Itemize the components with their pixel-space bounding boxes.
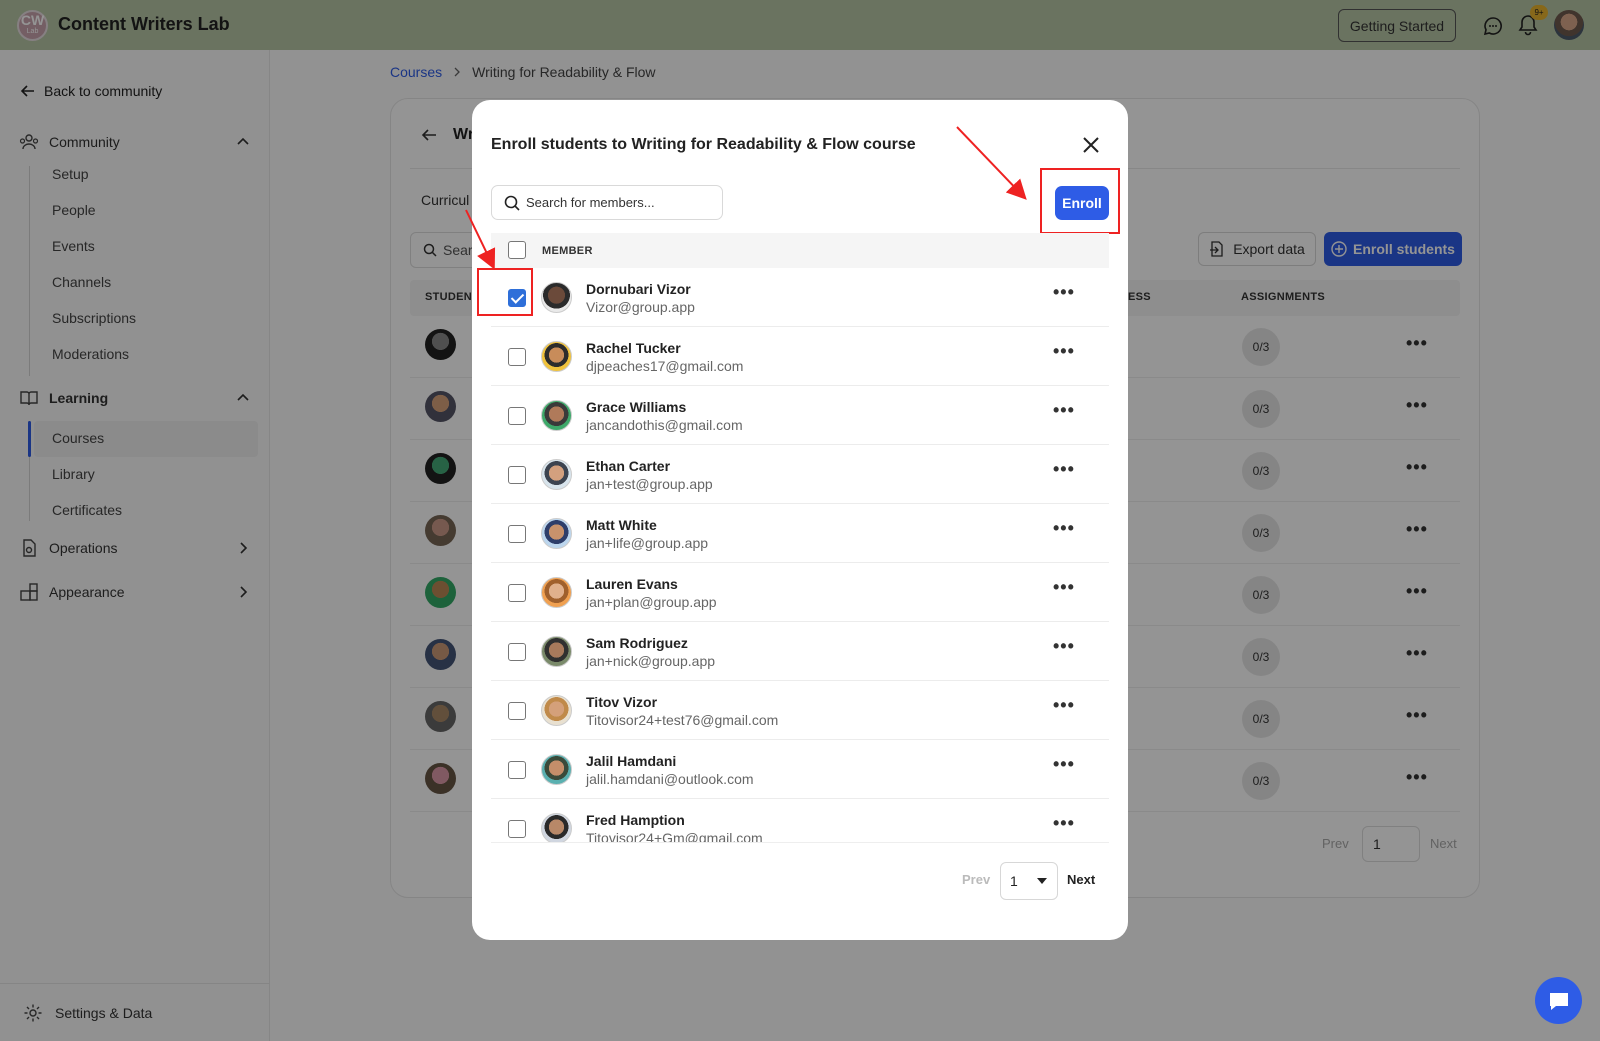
more-options-icon[interactable]: ••• [1053,459,1075,480]
member-name: Titov Vizor [586,694,658,710]
more-options-icon[interactable]: ••• [1053,813,1075,834]
member-name: Fred Hamption [586,812,685,828]
member-row[interactable]: Matt White jan+life@group.app ••• [491,504,1109,563]
avatar [541,459,572,490]
more-options-icon[interactable]: ••• [1053,636,1075,657]
member-name: Matt White [586,517,657,533]
member-search[interactable] [491,185,723,220]
avatar [541,636,572,667]
member-row[interactable]: Fred Hamption Titovisor24+Gm@gmail.com •… [491,799,1109,843]
avatar [541,518,572,549]
member-name: Dornubari Vizor [586,281,691,297]
member-checkbox[interactable] [508,466,526,484]
member-row[interactable]: Jalil Hamdani jalil.hamdani@outlook.com … [491,740,1109,799]
member-list: MEMBER Dornubari Vizor Vizor@group.app •… [491,233,1109,843]
more-options-icon[interactable]: ••• [1053,695,1075,716]
select-all-checkbox[interactable] [508,241,526,259]
more-options-icon[interactable]: ••• [1053,282,1075,303]
member-checkbox[interactable] [508,702,526,720]
page-value: 1 [1010,873,1018,889]
member-name: Rachel Tucker [586,340,681,356]
more-options-icon[interactable]: ••• [1053,400,1075,421]
member-email: jalil.hamdani@outlook.com [586,771,754,787]
member-checkbox[interactable] [508,407,526,425]
caret-down-icon [1037,878,1047,884]
avatar [541,282,572,313]
member-checkbox[interactable] [508,761,526,779]
member-row[interactable]: Ethan Carter jan+test@group.app ••• [491,445,1109,504]
member-email: jan+life@group.app [586,535,709,551]
member-checkbox[interactable] [508,348,526,366]
avatar [541,577,572,608]
member-row[interactable]: Sam Rodriguez jan+nick@group.app ••• [491,622,1109,681]
more-options-icon[interactable]: ••• [1053,341,1075,362]
member-checkbox[interactable] [508,525,526,543]
member-checkbox[interactable] [508,820,526,838]
member-email: Vizor@group.app [586,299,695,315]
member-email: jan+nick@group.app [586,653,716,669]
member-email: djpeaches17@gmail.com [586,358,744,374]
member-email: jancandothis@gmail.com [586,417,743,433]
prev-page-button[interactable]: Prev [962,872,990,887]
search-icon [504,195,520,211]
more-options-icon[interactable]: ••• [1053,754,1075,775]
member-name: Jalil Hamdani [586,753,677,769]
avatar [541,695,572,726]
member-name: Grace Williams [586,399,687,415]
next-page-button[interactable]: Next [1067,872,1095,887]
close-icon[interactable] [1082,136,1100,154]
member-checkbox[interactable] [508,584,526,602]
more-options-icon[interactable]: ••• [1053,577,1075,598]
member-email: jan+test@group.app [586,476,713,492]
enroll-students-modal: Enroll students to Writing for Readabili… [472,100,1128,940]
member-checkbox[interactable] [508,643,526,661]
highlight-box-checkbox [477,268,533,316]
avatar [541,341,572,372]
avatar [541,754,572,785]
member-row[interactable]: Dornubari Vizor Vizor@group.app ••• [491,268,1109,327]
member-row[interactable]: Lauren Evans jan+plan@group.app ••• [491,563,1109,622]
chat-bubble-icon [1549,992,1568,1010]
member-name: Lauren Evans [586,576,678,592]
member-email: jan+plan@group.app [586,594,717,610]
avatar [541,813,572,842]
more-options-icon[interactable]: ••• [1053,518,1075,539]
modal-title: Enroll students to Writing for Readabili… [491,136,916,153]
avatar [541,400,572,431]
member-row[interactable]: Rachel Tucker djpeaches17@gmail.com ••• [491,327,1109,386]
page-select[interactable]: 1 [1000,862,1058,900]
member-name: Ethan Carter [586,458,671,474]
member-search-input[interactable] [526,195,716,210]
chat-support-button[interactable] [1535,977,1582,1024]
member-list-header: MEMBER [491,233,1109,268]
member-row[interactable]: Grace Williams jancandothis@gmail.com ••… [491,386,1109,445]
member-name: Sam Rodriguez [586,635,688,651]
member-email: Titovisor24+test76@gmail.com [586,712,779,728]
highlight-box-enroll [1040,168,1120,234]
member-row[interactable]: Titov Vizor Titovisor24+test76@gmail.com… [491,681,1109,740]
column-header-member: MEMBER [542,245,593,257]
member-email: Titovisor24+Gm@gmail.com [586,830,763,843]
